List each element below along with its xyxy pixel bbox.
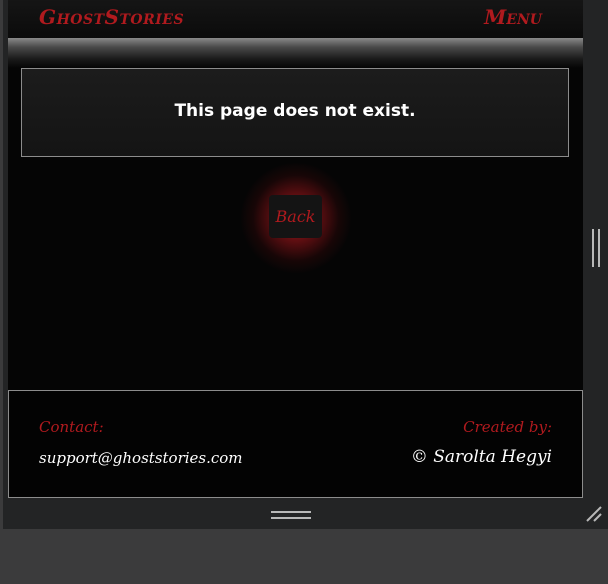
not-found-message: This page does not exist.: [174, 101, 416, 121]
resize-corner-icon[interactable]: [585, 505, 603, 523]
back-button[interactable]: Back: [269, 195, 322, 238]
preview-frame: GhostStories Menu This page does not exi…: [3, 0, 608, 529]
menu-button[interactable]: Menu: [484, 5, 542, 29]
site-header: GhostStories Menu: [8, 0, 583, 38]
page-viewport: GhostStories Menu This page does not exi…: [8, 0, 583, 498]
created-by-label: Created by:: [463, 418, 552, 436]
drag-handle-horizontal-icon[interactable]: [271, 511, 311, 520]
contact-label: Contact:: [39, 418, 104, 436]
site-footer: Contact: support@ghoststories.com Create…: [8, 390, 583, 498]
contact-email-link[interactable]: support@ghoststories.com: [39, 449, 243, 467]
author-credit: © Sarolta Hegyi: [410, 447, 552, 467]
drag-handle-vertical-icon[interactable]: [592, 229, 601, 267]
message-box: This page does not exist.: [21, 68, 569, 157]
header-shadow: [8, 38, 583, 68]
brand-logo[interactable]: GhostStories: [39, 5, 184, 29]
